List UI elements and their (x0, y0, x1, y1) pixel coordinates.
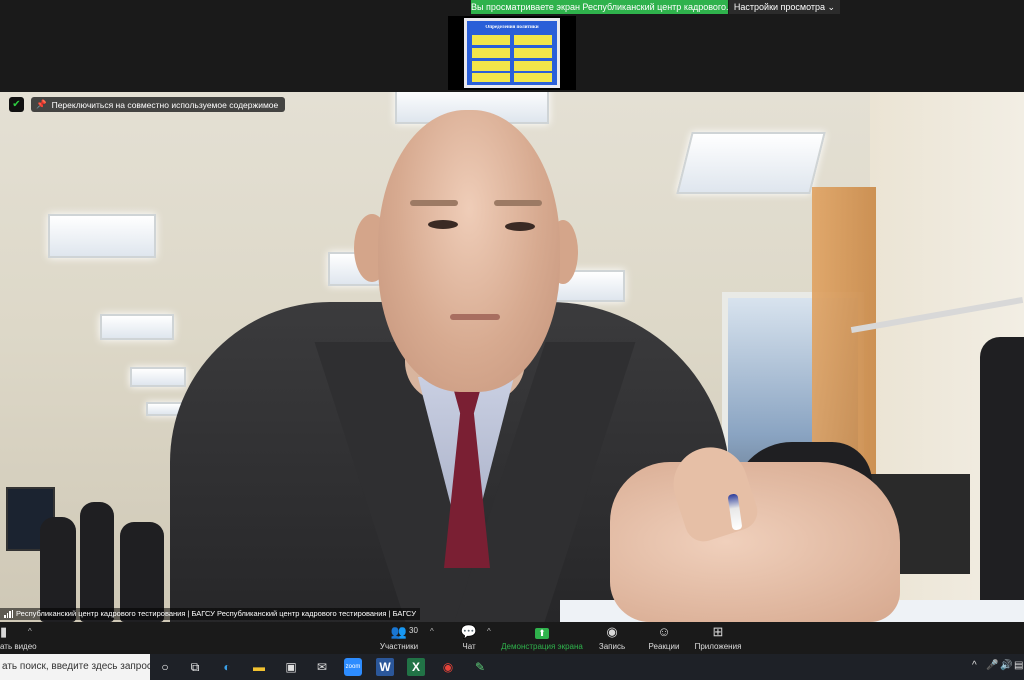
video-options-chevron-icon[interactable]: ^ (28, 627, 32, 636)
video-label: ать видео (0, 642, 37, 651)
network-icon[interactable]: ▤ (1014, 660, 1023, 671)
slide-cell (472, 73, 510, 82)
slide-cell (472, 35, 510, 45)
word-icon[interactable]: W (376, 658, 394, 676)
participants-label: Участники (379, 642, 419, 651)
view-options-button[interactable]: Настройки просмотра ⌄ (729, 0, 840, 14)
file-explorer-icon[interactable]: ▬ (250, 658, 268, 676)
chrome-icon[interactable]: ◉ (439, 658, 457, 676)
app-icon[interactable]: ✎ (471, 658, 489, 676)
office-chair (120, 522, 164, 622)
mail-icon[interactable]: ✉ (313, 658, 331, 676)
video-button[interactable]: ▮ ать видео (0, 622, 40, 654)
record-label: Запись (598, 642, 626, 651)
slide-cell (514, 35, 552, 45)
chat-bubble-icon: 💬 (460, 624, 478, 639)
video-camera-icon: ▮ (0, 624, 8, 639)
microphone-icon[interactable]: 🎤 (986, 660, 998, 671)
switch-to-shared-content-label: Переключиться на совместно используемое … (51, 99, 279, 110)
record-icon: ◉ (606, 624, 618, 639)
office-chair (80, 502, 114, 622)
apps-label: Приложения (694, 642, 742, 651)
tray-expand-icon[interactable]: ^ (972, 660, 977, 671)
zoom-app-icon[interactable]: zoom (344, 658, 362, 676)
participants-chevron-icon[interactable]: ^ (430, 627, 434, 636)
share-screen-button[interactable]: ⬆ Демонстрация экрана (500, 622, 584, 654)
person-eyebrow (410, 200, 458, 206)
person-head (378, 110, 560, 392)
slide-cell (472, 48, 510, 58)
office-chair (40, 517, 76, 622)
ceiling-light (676, 132, 826, 194)
person-eye (505, 222, 535, 231)
person-eyebrow (494, 200, 542, 206)
top-banner: Вы просматриваете экран Республиканский … (0, 0, 1024, 14)
slide-cell (514, 73, 552, 82)
ceiling-light (100, 314, 174, 340)
slide-title: Определения политики (485, 25, 539, 30)
reactions-button[interactable]: ☺ Реакции (647, 622, 681, 654)
apps-button[interactable]: ⊞ Приложения (694, 622, 742, 654)
chat-button[interactable]: 💬 Чат (456, 622, 482, 654)
participant-name: Республиканский центр кадрового тестиров… (16, 609, 416, 618)
switch-to-shared-content-button[interactable]: 📌 Переключиться на совместно используемо… (31, 97, 286, 112)
participants-icon: 👥 (390, 624, 408, 639)
participant-name-tag: Республиканский центр кадрового тестиров… (0, 608, 420, 620)
share-screen-arrow-icon: ⬆ (535, 628, 549, 639)
store-icon[interactable]: ▣ (282, 658, 300, 676)
pin-icon: 📌 (36, 99, 47, 109)
shared-screen-thumbnail[interactable]: Определения политики (448, 16, 576, 90)
meeting-toolbar: ▮ ать видео ^ 👥 Участники 30 ^ 💬 Чат ^ ⬆… (0, 622, 1024, 654)
participant-video: ✔ 📌 Переключиться на совместно используе… (0, 92, 1024, 622)
slide-cell (514, 61, 552, 71)
share-screen-label: Демонстрация экрана (501, 642, 583, 651)
person-hands (610, 462, 900, 622)
task-view-icon[interactable]: ⧉ (186, 658, 204, 676)
participants-count: 30 (409, 626, 418, 635)
shared-screen-strip: Определения политики (0, 14, 1024, 92)
slide-background: Определения политики (467, 21, 557, 85)
ceiling-light (130, 367, 186, 387)
screen-share-banner: Вы просматриваете экран Республиканский … (471, 0, 728, 14)
person-mouth (450, 314, 500, 320)
security-shield-icon[interactable]: ✔ (9, 97, 24, 112)
record-button[interactable]: ◉ Запись (596, 622, 628, 654)
office-chair (980, 337, 1024, 622)
cortana-icon[interactable]: ○ (156, 658, 174, 676)
reactions-label: Реакции (648, 642, 680, 651)
reactions-smiley-icon: ☺ (657, 624, 671, 639)
volume-icon[interactable]: 🔊 (1000, 660, 1012, 671)
windows-taskbar: ать поиск, введите здесь запрос ○ ⧉ ◐ ▬ … (0, 654, 1024, 680)
excel-icon[interactable]: X (407, 658, 425, 676)
ceiling-light (48, 214, 156, 258)
edge-browser-icon[interactable]: ◐ (218, 658, 236, 676)
chat-chevron-icon[interactable]: ^ (487, 627, 491, 636)
taskbar-search-input[interactable]: ать поиск, введите здесь запрос (0, 654, 150, 680)
apps-icon: ⊞ (712, 624, 724, 639)
person-eye (428, 220, 458, 229)
slide-cell (514, 48, 552, 58)
chat-label: Чат (462, 642, 476, 651)
slide-cell (472, 61, 510, 71)
slide-preview: Определения политики (464, 18, 560, 88)
signal-bars-icon (4, 610, 13, 618)
